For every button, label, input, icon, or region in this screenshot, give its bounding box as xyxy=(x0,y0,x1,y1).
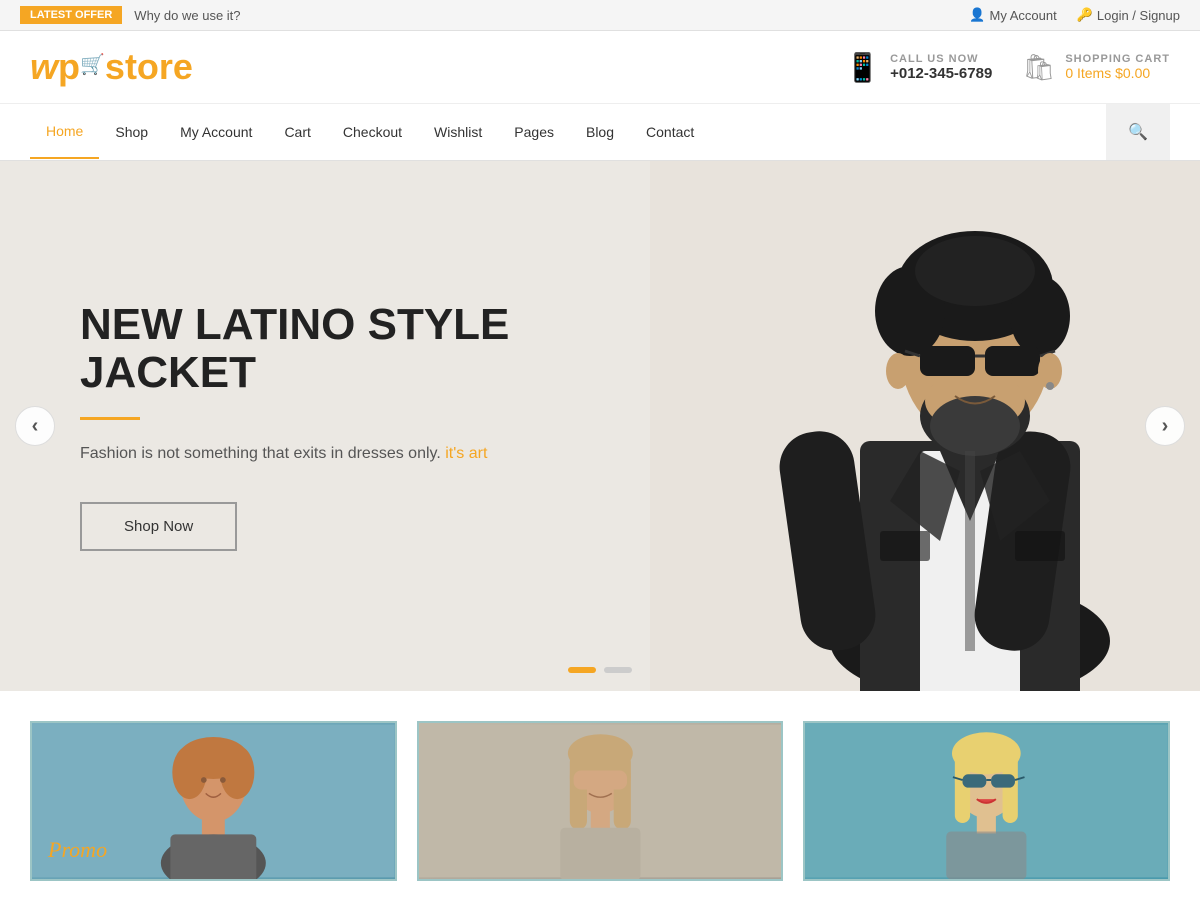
hero-title: NEW LATINO STYLE JACKET xyxy=(80,301,520,398)
logo-text: wp🛒store xyxy=(30,49,193,85)
slider-dot-1[interactable] xyxy=(568,667,596,673)
nav-item-shop[interactable]: Shop xyxy=(99,106,164,158)
login-icon: 🔑 xyxy=(1077,7,1093,23)
top-bar-left: LATEST OFFER Why do we use it? xyxy=(20,6,241,24)
header-right: 📱 CALL US NOW +012-345-6789 🛍 SHOPPING C… xyxy=(845,51,1170,84)
product-card-1-label: Promo xyxy=(48,837,107,863)
call-number: +012-345-6789 xyxy=(890,65,992,82)
cart-text: SHOPPING CART 0 Items $0.00 xyxy=(1065,53,1170,81)
product-card-3-image xyxy=(805,723,1168,879)
search-button[interactable]: 🔍 xyxy=(1106,104,1170,160)
logo[interactable]: wp🛒store xyxy=(30,49,193,85)
top-bar-right: 👤 My Account 🔑 Login / Signup xyxy=(969,7,1180,23)
nav-link-pages[interactable]: Pages xyxy=(498,106,570,158)
phone-icon: 📱 xyxy=(845,51,880,84)
login-signup-label: Login / Signup xyxy=(1097,8,1180,23)
hero-content: NEW LATINO STYLE JACKET Fashion is not s… xyxy=(0,301,600,552)
product-card-2[interactable] xyxy=(417,721,784,881)
product-card-3[interactable] xyxy=(803,721,1170,881)
products-section: Promo xyxy=(0,691,1200,881)
hero-subtitle-highlight: it's art xyxy=(445,445,487,462)
nav-item-cart[interactable]: Cart xyxy=(268,106,326,158)
nav-link-blog[interactable]: Blog xyxy=(570,106,630,158)
cart-info: 0 Items $0.00 xyxy=(1065,65,1170,81)
hero-image-svg xyxy=(650,161,1200,691)
top-bar-center-text: Why do we use it? xyxy=(134,8,240,23)
shop-now-button[interactable]: Shop Now xyxy=(80,502,237,551)
nav-links: Home Shop My Account Cart Checkout Wishl… xyxy=(30,105,710,159)
header: wp🛒store 📱 CALL US NOW +012-345-6789 🛍 S… xyxy=(0,31,1200,104)
top-bar: LATEST OFFER Why do we use it? 👤 My Acco… xyxy=(0,0,1200,31)
call-text: CALL US NOW +012-345-6789 xyxy=(890,53,992,82)
slider-dots xyxy=(568,667,632,673)
shopping-cart-icon: 🛍 xyxy=(1022,52,1055,83)
slider-dot-2[interactable] xyxy=(604,667,632,673)
hero-subtitle: Fashion is not something that exits in d… xyxy=(80,442,520,466)
nav-link-checkout[interactable]: Checkout xyxy=(327,106,418,158)
nav-item-home[interactable]: Home xyxy=(30,105,99,159)
nav-item-contact[interactable]: Contact xyxy=(630,106,710,158)
nav-link-contact[interactable]: Contact xyxy=(630,106,710,158)
cart-label: SHOPPING CART xyxy=(1065,53,1170,65)
search-icon: 🔍 xyxy=(1128,124,1148,141)
chevron-right-icon: › xyxy=(1162,415,1169,438)
call-label: CALL US NOW xyxy=(890,53,992,65)
cart-price: $0.00 xyxy=(1115,65,1150,81)
navigation: Home Shop My Account Cart Checkout Wishl… xyxy=(0,104,1200,161)
slider-next-button[interactable]: › xyxy=(1145,406,1185,446)
nav-link-wishlist[interactable]: Wishlist xyxy=(418,106,498,158)
nav-link-shop[interactable]: Shop xyxy=(99,106,164,158)
hero-image xyxy=(650,161,1200,691)
call-us-section: 📱 CALL US NOW +012-345-6789 xyxy=(845,51,992,84)
chevron-left-icon: ‹ xyxy=(32,415,39,438)
my-account-link[interactable]: 👤 My Account xyxy=(969,7,1056,23)
nav-item-checkout[interactable]: Checkout xyxy=(327,106,418,158)
nav-item-blog[interactable]: Blog xyxy=(570,106,630,158)
nav-link-home[interactable]: Home xyxy=(30,105,99,159)
product-card-1[interactable]: Promo xyxy=(30,721,397,881)
shopping-cart-section[interactable]: 🛍 SHOPPING CART 0 Items $0.00 xyxy=(1022,52,1170,83)
nav-link-cart[interactable]: Cart xyxy=(268,106,326,158)
hero-banner: ‹ NEW LATINO STYLE JACKET Fashion is not… xyxy=(0,161,1200,691)
product-card-2-image xyxy=(419,723,782,879)
user-icon: 👤 xyxy=(969,7,985,23)
my-account-label: My Account xyxy=(989,8,1056,23)
hero-divider xyxy=(80,417,140,420)
cart-items: 0 Items xyxy=(1065,65,1111,81)
nav-item-pages[interactable]: Pages xyxy=(498,106,570,158)
nav-link-my-account[interactable]: My Account xyxy=(164,106,268,158)
nav-item-my-account[interactable]: My Account xyxy=(164,106,268,158)
hero-subtitle-normal: Fashion is not something that exits in d… xyxy=(80,445,441,462)
latest-offer-badge: LATEST OFFER xyxy=(20,6,122,24)
nav-item-wishlist[interactable]: Wishlist xyxy=(418,106,498,158)
login-signup-link[interactable]: 🔑 Login / Signup xyxy=(1077,7,1180,23)
slider-prev-button[interactable]: ‹ xyxy=(15,406,55,446)
